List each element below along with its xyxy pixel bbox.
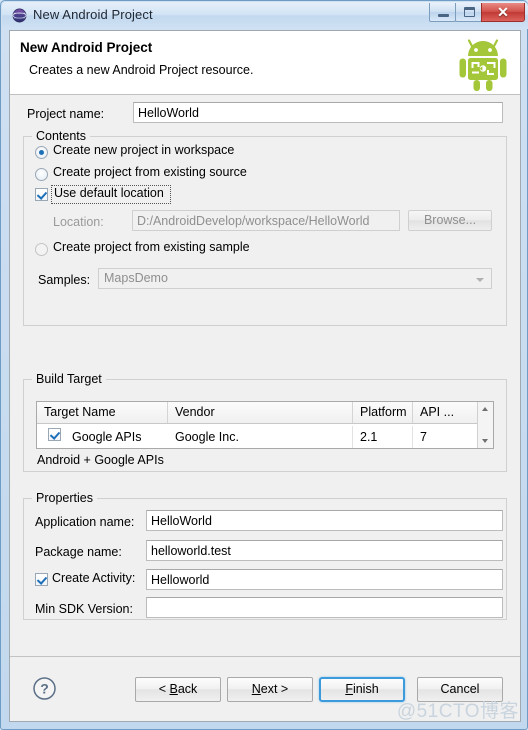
radio-create-new-project-in-workspace[interactable]	[35, 146, 48, 159]
cell-api-level: 7	[413, 426, 479, 448]
android-app-icon	[12, 8, 27, 23]
samples-label: Samples:	[38, 273, 91, 287]
title-bar[interactable]: New Android Project ✕	[2, 2, 528, 29]
watermark: @51CTO博客	[396, 701, 519, 722]
location-label: Location:	[53, 215, 104, 229]
back-button-suffix: ack	[177, 682, 198, 696]
back-button-prefix: <	[158, 682, 170, 696]
application-name-input[interactable]	[146, 510, 503, 531]
minimize-button[interactable]	[429, 3, 456, 22]
checkbox-use-default-location-label: Use default location	[54, 186, 164, 200]
build-target-footnote: Android + Google APIs	[37, 453, 164, 467]
back-button[interactable]: < Back	[135, 677, 221, 702]
checkbox-create-activity-label: Create Activity:	[52, 571, 136, 585]
checkbox-use-default-location[interactable]	[35, 188, 48, 201]
minimize-icon	[438, 14, 449, 17]
maximize-button[interactable]	[455, 3, 482, 22]
samples-dropdown[interactable]: MapsDemo	[98, 268, 492, 289]
dialog-client-area: New Android Project Creates a new Androi…	[9, 30, 521, 722]
column-header-vendor[interactable]: Vendor	[168, 402, 353, 423]
create-activity-input[interactable]	[146, 569, 503, 590]
scroll-down-arrow-icon[interactable]	[478, 434, 492, 448]
wizard-body: Project name: Contents Create new projec…	[10, 96, 520, 656]
close-button[interactable]: ✕	[481, 3, 525, 22]
radio-create-project-from-existing-source-label: Create project from existing source	[53, 165, 247, 179]
help-icon[interactable]: ?	[32, 676, 57, 701]
radio-create-project-from-existing-sample[interactable]	[35, 243, 48, 256]
radio-create-project-from-existing-sample-label: Create project from existing sample	[53, 240, 250, 254]
application-name-label: Application name:	[35, 515, 135, 529]
finish-button-mnemonic: F	[345, 682, 353, 696]
checkbox-create-activity[interactable]	[35, 573, 48, 586]
column-header-api-level[interactable]: API ...	[413, 402, 479, 423]
samples-selected-value: MapsDemo	[104, 271, 168, 285]
table-vertical-scrollbar[interactable]	[477, 402, 493, 448]
window-title: New Android Project	[33, 7, 153, 22]
cell-platform: 2.1	[353, 426, 413, 448]
next-button-mnemonic: N	[251, 682, 261, 696]
row-checkbox-google-apis[interactable]	[48, 428, 61, 441]
project-name-input[interactable]	[133, 102, 503, 123]
contents-legend: Contents	[32, 129, 91, 143]
cell-target-name: Google APIs	[72, 430, 142, 444]
table-header-row: Target Name Vendor Platform API ...	[37, 402, 479, 424]
build-target-legend: Build Target	[32, 372, 106, 386]
maximize-icon	[464, 7, 475, 17]
location-input[interactable]	[132, 210, 400, 231]
min-sdk-version-label: Min SDK Version:	[35, 602, 133, 616]
next-button[interactable]: Next >	[227, 677, 313, 702]
back-button-mnemonic: B	[169, 682, 178, 696]
page-title: New Android Project	[20, 40, 153, 55]
column-header-platform[interactable]: Platform	[353, 402, 413, 423]
column-header-target-name[interactable]: Target Name	[37, 402, 168, 423]
package-name-input[interactable]	[146, 540, 503, 561]
close-icon: ✕	[497, 4, 509, 20]
window-controls: ✕	[429, 3, 525, 22]
svg-text:?: ?	[40, 681, 49, 697]
page-subtitle: Creates a new Android Project resource.	[29, 63, 254, 77]
radio-create-new-project-in-workspace-label: Create new project in workspace	[53, 143, 235, 157]
chevron-down-icon	[476, 278, 484, 282]
build-target-table[interactable]: Target Name Vendor Platform API ... Goog…	[36, 401, 494, 449]
scroll-up-arrow-icon[interactable]	[478, 402, 492, 416]
radio-create-project-from-existing-source[interactable]	[35, 168, 48, 181]
project-name-label: Project name:	[27, 107, 105, 121]
cell-vendor: Google Inc.	[168, 426, 353, 448]
package-name-label: Package name:	[35, 545, 122, 559]
min-sdk-version-input[interactable]	[146, 597, 503, 618]
wizard-header: New Android Project Creates a new Androi…	[10, 31, 520, 95]
browse-button[interactable]: Browse...	[408, 210, 492, 231]
dialog-window: New Android Project ✕ New Android Projec…	[0, 0, 528, 730]
finish-button[interactable]: Finish	[319, 677, 405, 702]
finish-button-suffix: inish	[352, 682, 379, 696]
properties-legend: Properties	[32, 491, 97, 505]
next-button-suffix: ext >	[260, 682, 289, 696]
android-robot-logo	[454, 34, 512, 92]
